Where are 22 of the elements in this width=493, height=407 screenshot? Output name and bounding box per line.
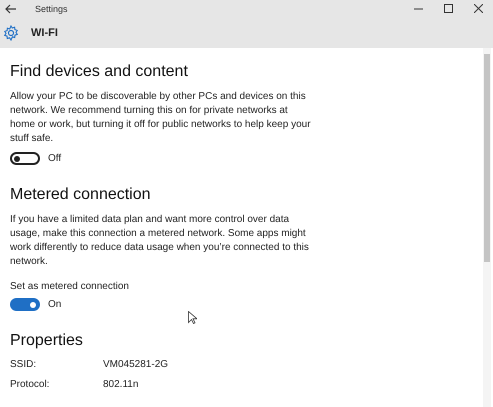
section-description: If you have a limited data plan and want more control over data usage, make this connection a metered network. Some apps might work differently to reduce data usage when you’re connected to this network. (10, 213, 310, 269)
section-heading: Find devices and content (10, 63, 189, 81)
scrollbar[interactable] (483, 48, 491, 407)
mouse-pointer-icon (188, 311, 197, 324)
back-icon[interactable] (5, 4, 17, 14)
maximize-icon (444, 4, 452, 13)
section-heading: Properties (10, 332, 84, 350)
section-description: Allow your PC to be discoverable by other PCs and devices on this network. We recommend turning this on for private networks at home or work, but turning it off for public networks to help keep your stuff safe. (10, 90, 312, 146)
property-label: SSID: (10, 359, 38, 370)
toggle-state: Off (48, 153, 62, 164)
window-title: Settings (35, 4, 68, 14)
toggle-label: Set as metered connection (10, 281, 130, 292)
page-title: WI-FI (31, 26, 58, 38)
section-heading: Metered connection (10, 186, 152, 204)
toggle-state: On (48, 299, 62, 310)
toggle-switch[interactable] (10, 298, 40, 311)
settings-icon (3, 24, 19, 40)
property-label: Protocol: (10, 379, 50, 390)
property-value: 802.11n (103, 379, 138, 390)
toggle-switch[interactable] (10, 152, 40, 165)
close-icon (474, 4, 482, 13)
property-value: VM045281-2G (103, 359, 168, 370)
